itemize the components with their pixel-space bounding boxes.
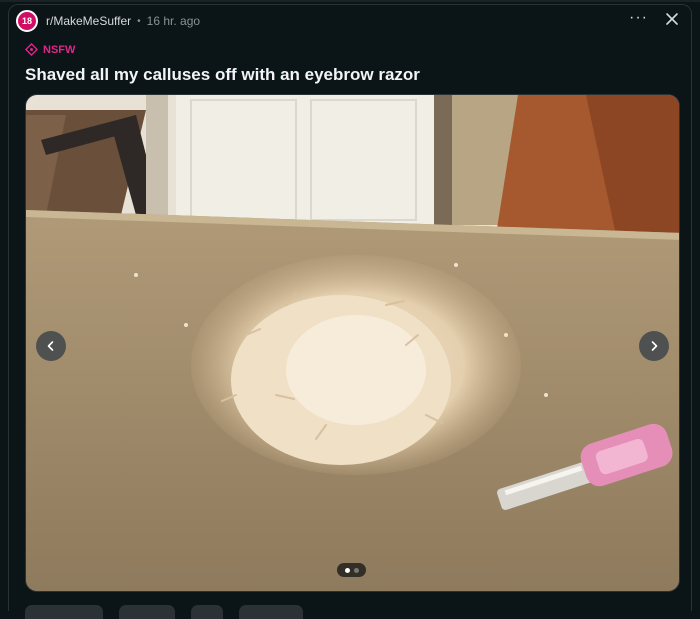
top-divider — [0, 0, 700, 2]
chevron-left-icon — [47, 341, 54, 351]
gallery-prev-button[interactable] — [36, 331, 66, 361]
share-button[interactable] — [239, 605, 303, 619]
gallery-pagination — [337, 563, 366, 577]
nsfw-label: NSFW — [43, 43, 76, 56]
gallery-next-button[interactable] — [639, 331, 669, 361]
post-image[interactable] — [25, 94, 680, 592]
close-button[interactable] — [663, 10, 681, 28]
more-options-button[interactable]: ··· — [629, 10, 648, 26]
post-header: 18 r/MakeMeSuffer • 16 hr. ago — [16, 10, 200, 32]
subreddit-link[interactable]: r/MakeMeSuffer — [46, 14, 131, 28]
gallery-dot-2[interactable] — [353, 567, 359, 573]
subreddit-avatar[interactable]: 18 — [16, 10, 38, 32]
comments-button[interactable] — [119, 605, 175, 619]
meta-separator: • — [137, 15, 141, 27]
gallery-dot-1[interactable] — [344, 567, 350, 573]
calluses-photo — [26, 95, 679, 591]
post-actions — [25, 605, 303, 619]
chevron-right-icon — [651, 341, 658, 351]
award-button[interactable] — [191, 605, 223, 619]
nsfw-icon — [25, 43, 38, 56]
post-time: 16 hr. ago — [146, 14, 201, 28]
nsfw-tag: NSFW — [25, 43, 75, 56]
vote-button[interactable] — [25, 605, 103, 619]
post-title[interactable]: Shaved all my calluses off with an eyebr… — [25, 65, 420, 85]
close-icon — [666, 13, 678, 25]
